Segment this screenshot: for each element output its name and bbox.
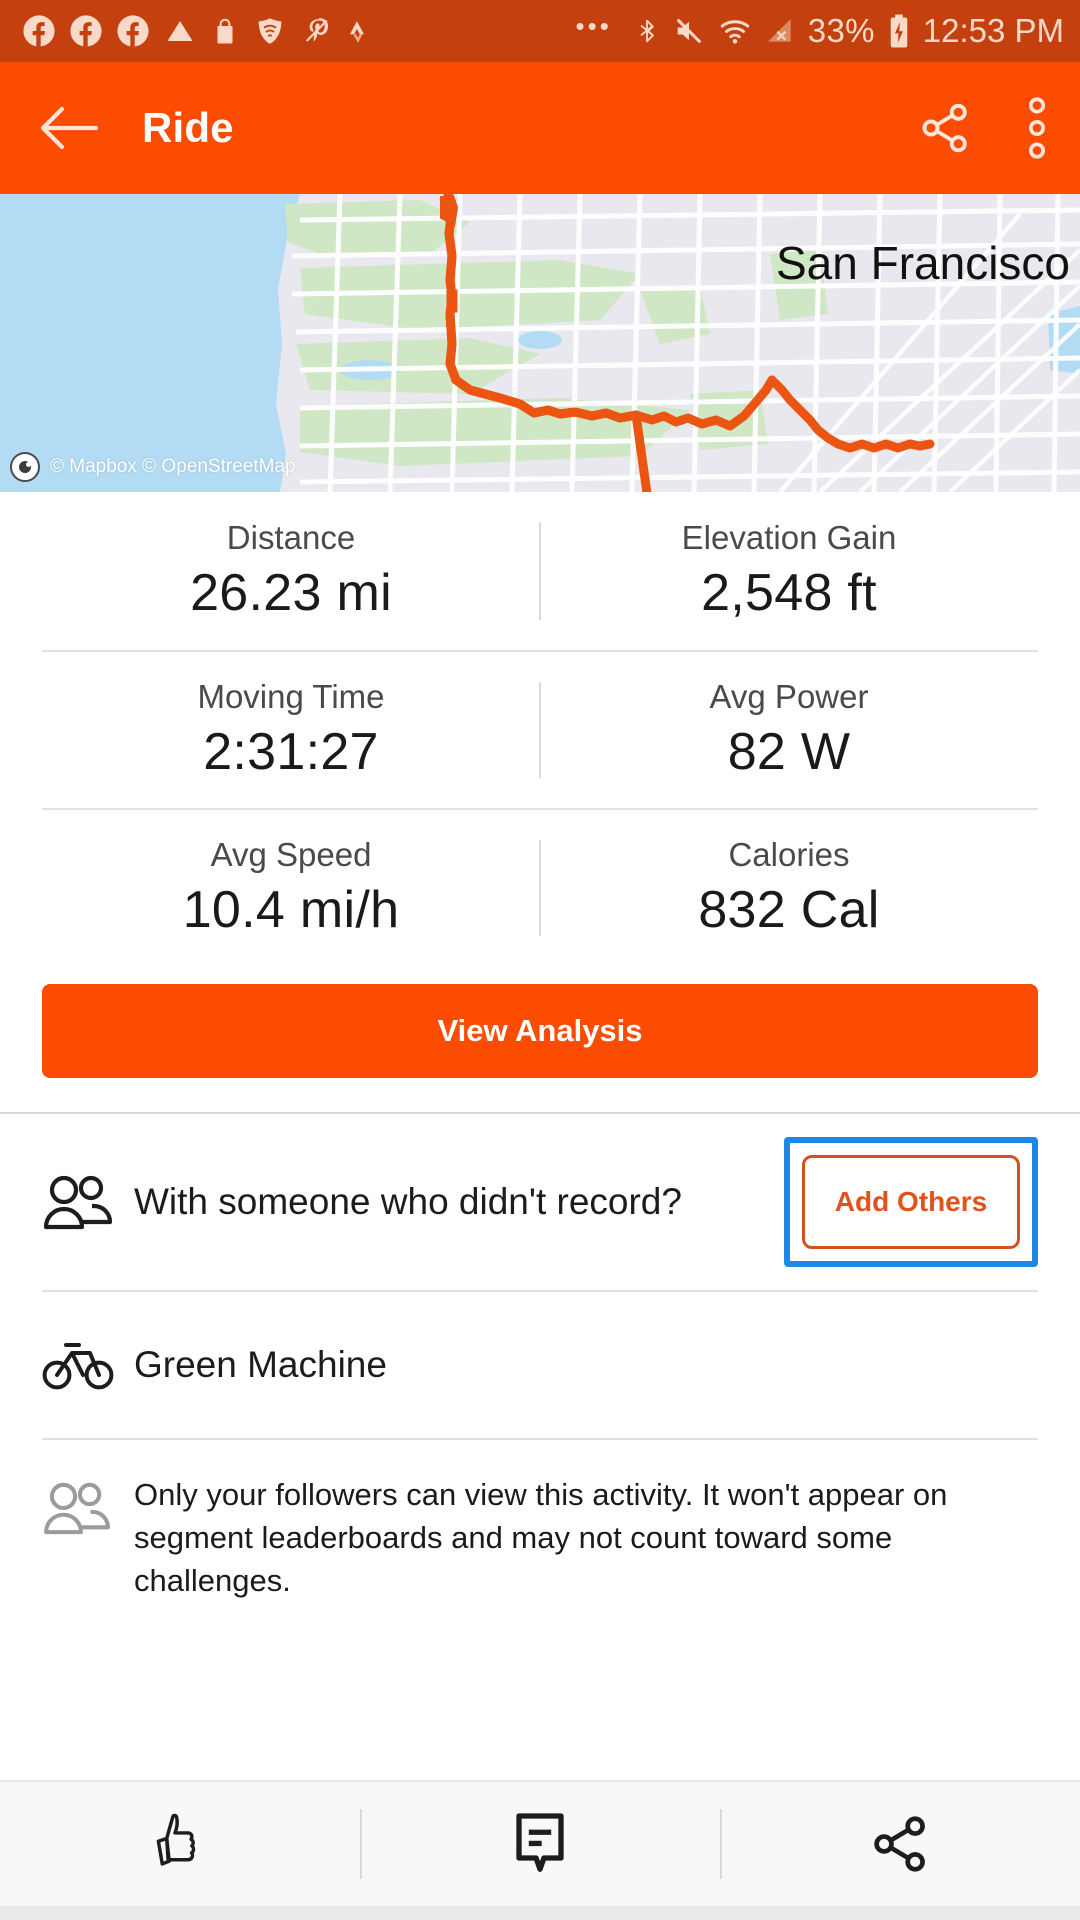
content-spacer xyxy=(0,1602,1080,1780)
battery-charging-icon xyxy=(890,14,907,48)
mapbox-logo-icon xyxy=(10,452,40,482)
privacy-notice-row: Only your followers can view this activi… xyxy=(0,1440,1080,1602)
page-title: Ride xyxy=(142,104,234,151)
stat-label: Moving Time xyxy=(197,678,385,715)
gear-row[interactable]: Green Machine xyxy=(0,1292,1080,1438)
more-vertical-icon[interactable] xyxy=(1028,97,1046,159)
share-icon xyxy=(874,1816,925,1872)
strava-icon xyxy=(349,21,364,43)
add-others-button[interactable]: Add Others xyxy=(802,1155,1020,1249)
stat-row: Moving Time 2:31:27 Avg Power 82 W xyxy=(42,650,1038,808)
stat-elevation-gain: Elevation Gain 2,548 ft xyxy=(540,492,1038,650)
activity-detail-screen: ••• 33% 12:53 PM Ride San Francisco © Ma… xyxy=(0,0,1080,1920)
status-bar: ••• 33% 12:53 PM xyxy=(0,0,1080,62)
status-bar-notification-icons xyxy=(22,14,371,48)
navigation-hint-bar xyxy=(0,1906,1080,1920)
battery-percent-label: 33% xyxy=(807,12,875,49)
map-attribution-text: © Mapbox © OpenStreetMap xyxy=(50,456,296,477)
stat-value: 2:31:27 xyxy=(203,723,379,781)
stat-label: Avg Power xyxy=(709,678,869,715)
shield-wifi-icon xyxy=(258,18,282,44)
app-bar-actions xyxy=(916,97,1046,159)
facebook-icon xyxy=(117,15,149,48)
kudos-button[interactable] xyxy=(0,1782,360,1906)
comment-icon xyxy=(516,1813,564,1872)
status-bar-system-icons: ••• 33% 12:53 PM xyxy=(565,12,1064,50)
add-others-prompt-label: With someone who didn't record? xyxy=(134,1180,682,1222)
stat-value: 10.4 mi/h xyxy=(182,881,400,939)
clock-label: 12:53 PM xyxy=(922,12,1064,49)
stat-calories: Calories 832 Cal xyxy=(540,810,1038,966)
stat-avg-speed: Avg Speed 10.4 mi/h xyxy=(42,810,540,966)
signal-no-service-icon xyxy=(767,19,791,42)
gear-name-label: Green Machine xyxy=(134,1343,387,1385)
stat-avg-power: Avg Power 82 W xyxy=(540,652,1038,808)
view-analysis-section: View Analysis xyxy=(0,966,1080,1112)
bottom-action-bar xyxy=(0,1780,1080,1906)
triangle-icon xyxy=(167,21,193,41)
bluetooth-icon xyxy=(640,19,654,43)
facebook-icon xyxy=(70,15,102,48)
activity-stats: Distance 26.23 mi Elevation Gain 2,548 f… xyxy=(0,492,1080,966)
share-icon[interactable] xyxy=(916,99,974,157)
map-city-label: San Francisco xyxy=(776,237,1070,289)
share-button[interactable] xyxy=(720,1782,1080,1906)
stat-row: Avg Speed 10.4 mi/h Calories 832 Cal xyxy=(42,808,1038,966)
stat-divider xyxy=(539,840,541,936)
status-bar-overflow-icon: ••• xyxy=(575,11,612,41)
people-icon xyxy=(42,1474,134,1536)
stat-divider xyxy=(539,522,541,620)
stat-label: Avg Speed xyxy=(210,836,372,873)
people-icon xyxy=(42,1173,134,1231)
stat-row: Distance 26.23 mi Elevation Gain 2,548 f… xyxy=(42,492,1038,650)
add-others-highlight-box: Add Others xyxy=(784,1137,1038,1267)
pinterest-icon xyxy=(305,18,329,42)
stat-label: Distance xyxy=(226,519,356,556)
stat-label: Calories xyxy=(728,836,850,873)
stat-value: 832 Cal xyxy=(698,881,880,939)
stat-distance: Distance 26.23 mi xyxy=(42,492,540,650)
comment-button[interactable] xyxy=(360,1782,720,1906)
stat-value: 2,548 ft xyxy=(701,564,877,622)
volume-muted-icon xyxy=(676,18,702,44)
shopping-bag-icon xyxy=(217,18,233,44)
stat-value: 26.23 mi xyxy=(190,564,392,622)
bicycle-icon xyxy=(42,1340,134,1390)
privacy-notice-label: Only your followers can view this activi… xyxy=(134,1477,948,1598)
map-attribution: © Mapbox © OpenStreetMap xyxy=(10,452,296,482)
thumbs-up-icon xyxy=(156,1813,196,1866)
view-analysis-button[interactable]: View Analysis xyxy=(42,984,1038,1078)
stat-value: 82 W xyxy=(727,723,851,781)
back-arrow-icon[interactable] xyxy=(38,105,100,151)
activity-route-map[interactable]: San Francisco © Mapbox © OpenStreetMap xyxy=(0,194,1080,492)
wifi-icon xyxy=(720,20,750,44)
stat-moving-time: Moving Time 2:31:27 xyxy=(42,652,540,808)
add-others-row: With someone who didn't record? Add Othe… xyxy=(0,1114,1080,1290)
stat-divider xyxy=(539,682,541,778)
map-canvas: San Francisco xyxy=(0,194,1080,492)
stat-label: Elevation Gain xyxy=(681,519,897,556)
app-bar: Ride xyxy=(0,62,1080,194)
facebook-icon xyxy=(23,15,55,48)
